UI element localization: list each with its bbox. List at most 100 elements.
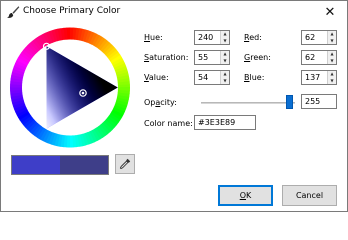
hue-stepper[interactable]: 240 ▲ ▼ bbox=[194, 30, 230, 45]
hue-ring-segment bbox=[115, 68, 128, 76]
hue-ring-segment bbox=[98, 124, 109, 137]
hue-ring-segment bbox=[11, 68, 25, 76]
eyedropper-button[interactable] bbox=[115, 154, 135, 174]
hue-ring-segment bbox=[115, 99, 129, 107]
opacity-slider-thumb[interactable] bbox=[286, 95, 293, 109]
hue-ring-segment bbox=[101, 42, 113, 54]
red-label: Red: bbox=[244, 33, 262, 42]
cancel-button[interactable]: Cancel bbox=[282, 185, 337, 206]
color-name-label: Color name: bbox=[144, 119, 193, 128]
hue-ring-segment bbox=[69, 27, 74, 40]
hue-ring-segment bbox=[34, 37, 44, 49]
hue-ring-segment bbox=[117, 83, 130, 88]
hue-ring-segment bbox=[116, 71, 129, 78]
hue-ring-segment bbox=[75, 134, 80, 148]
color-name-value: #3E3E89 bbox=[198, 118, 236, 127]
hue-spin-arrows[interactable]: ▲ ▼ bbox=[220, 31, 229, 44]
hue-ring-segment bbox=[57, 134, 63, 147]
hue-ring-segment bbox=[96, 126, 106, 138]
hue-ring-segment bbox=[84, 132, 92, 145]
hue-ring-segment bbox=[102, 121, 113, 133]
hue-ring-segment bbox=[57, 28, 63, 41]
hue-ring-segment bbox=[86, 31, 95, 44]
saturation-spin-arrows[interactable]: ▲ ▼ bbox=[220, 51, 229, 64]
hue-ring-segment bbox=[25, 119, 37, 131]
hue-ring-segment bbox=[11, 97, 24, 104]
hue-ring-segment bbox=[10, 87, 23, 92]
opacity-slider-track[interactable] bbox=[201, 102, 295, 104]
value-value: 54 bbox=[198, 73, 209, 82]
hue-ring-segment bbox=[112, 106, 126, 115]
hue-ring-segment bbox=[110, 111, 123, 121]
hue-ring-segment bbox=[87, 131, 95, 144]
hue-ring-segment bbox=[72, 27, 77, 40]
hue-ring-segment bbox=[42, 32, 51, 45]
hue-ring-segment bbox=[16, 57, 29, 67]
saturation-label: Saturation: bbox=[144, 53, 189, 62]
hue-ring-segment bbox=[48, 30, 56, 43]
hue-ring-segment bbox=[60, 134, 66, 148]
hue-ring-segment bbox=[108, 51, 121, 62]
hue-ring-segment bbox=[29, 123, 41, 135]
hue-ring-segment bbox=[77, 28, 83, 41]
hue-ring-segment bbox=[19, 52, 32, 62]
hue-ring-segment bbox=[10, 90, 23, 95]
hue-ring-segment bbox=[79, 133, 86, 147]
blue-spin-arrows[interactable]: ▲ ▼ bbox=[327, 71, 336, 84]
primary-color-swatch[interactable] bbox=[60, 156, 108, 174]
hue-ring-segment bbox=[63, 27, 68, 40]
green-stepper[interactable]: 62 ▲ ▼ bbox=[301, 50, 337, 65]
color-dialog: Choose Primary Color ✕ Hue: Saturation: … bbox=[0, 0, 348, 212]
paintbrush-icon bbox=[7, 6, 20, 18]
value-spin-arrows[interactable]: ▲ ▼ bbox=[220, 71, 229, 84]
opacity-input[interactable]: 255 bbox=[301, 94, 337, 109]
spin-down-icon: ▼ bbox=[223, 37, 227, 43]
ok-button[interactable]: OK bbox=[218, 185, 273, 206]
hue-ring-segment bbox=[100, 122, 111, 135]
hue-ring-segment bbox=[13, 63, 27, 71]
hue-ring-segment bbox=[12, 65, 26, 74]
hue-ring-segment bbox=[19, 113, 32, 124]
hue-ring-segment bbox=[117, 87, 131, 91]
color-picker-dot bbox=[81, 91, 85, 95]
value-stepper[interactable]: 54 ▲ ▼ bbox=[194, 70, 230, 85]
hue-ring-segment bbox=[45, 131, 54, 144]
hue-ring-segment bbox=[72, 135, 77, 148]
hue-ring-segment bbox=[84, 30, 92, 43]
close-button[interactable]: ✕ bbox=[313, 1, 347, 23]
hue-ring-segment bbox=[34, 126, 45, 139]
previous-color-swatch[interactable] bbox=[12, 156, 60, 174]
hue-ring-segment bbox=[105, 47, 117, 58]
hue-ring-segment bbox=[14, 60, 28, 69]
red-value: 62 bbox=[305, 33, 316, 42]
hue-ring-segment bbox=[36, 35, 46, 48]
hue-ring-segment bbox=[10, 75, 24, 81]
hue-ring-segment bbox=[10, 78, 23, 83]
blue-stepper[interactable]: 137 ▲ ▼ bbox=[301, 70, 337, 85]
hue-ring-segment bbox=[54, 133, 61, 147]
hue-ring[interactable] bbox=[9, 27, 131, 148]
red-stepper[interactable]: 62 ▲ ▼ bbox=[301, 30, 337, 45]
blue-label: Blue: bbox=[244, 73, 265, 82]
hue-ring-segment bbox=[107, 115, 119, 126]
green-spin-arrows[interactable]: ▲ ▼ bbox=[327, 51, 336, 64]
hue-ring-segment bbox=[66, 27, 70, 40]
hue-ring-segment bbox=[108, 113, 121, 123]
red-spin-arrows[interactable]: ▲ ▼ bbox=[327, 31, 336, 44]
spin-down-icon: ▼ bbox=[330, 77, 334, 83]
hue-ring-segment bbox=[111, 108, 124, 118]
color-name-input[interactable]: #3E3E89 bbox=[194, 115, 256, 130]
color-preview bbox=[11, 155, 109, 175]
hue-ring-segment bbox=[29, 40, 40, 53]
hue-ring-segment bbox=[114, 101, 128, 110]
saturation-stepper[interactable]: 55 ▲ ▼ bbox=[194, 50, 230, 65]
window-title: Choose Primary Color bbox=[23, 6, 121, 16]
hue-ring-segment bbox=[105, 117, 117, 128]
hue-ring-segment bbox=[116, 94, 130, 100]
saturation-value-triangle[interactable] bbox=[46, 46, 118, 129]
hue-ring-segment bbox=[117, 89, 130, 94]
hue-ring-segment bbox=[110, 54, 122, 64]
green-value: 62 bbox=[305, 53, 316, 62]
hue-ring-segment bbox=[89, 32, 98, 45]
hue-ring-segment bbox=[70, 135, 74, 148]
